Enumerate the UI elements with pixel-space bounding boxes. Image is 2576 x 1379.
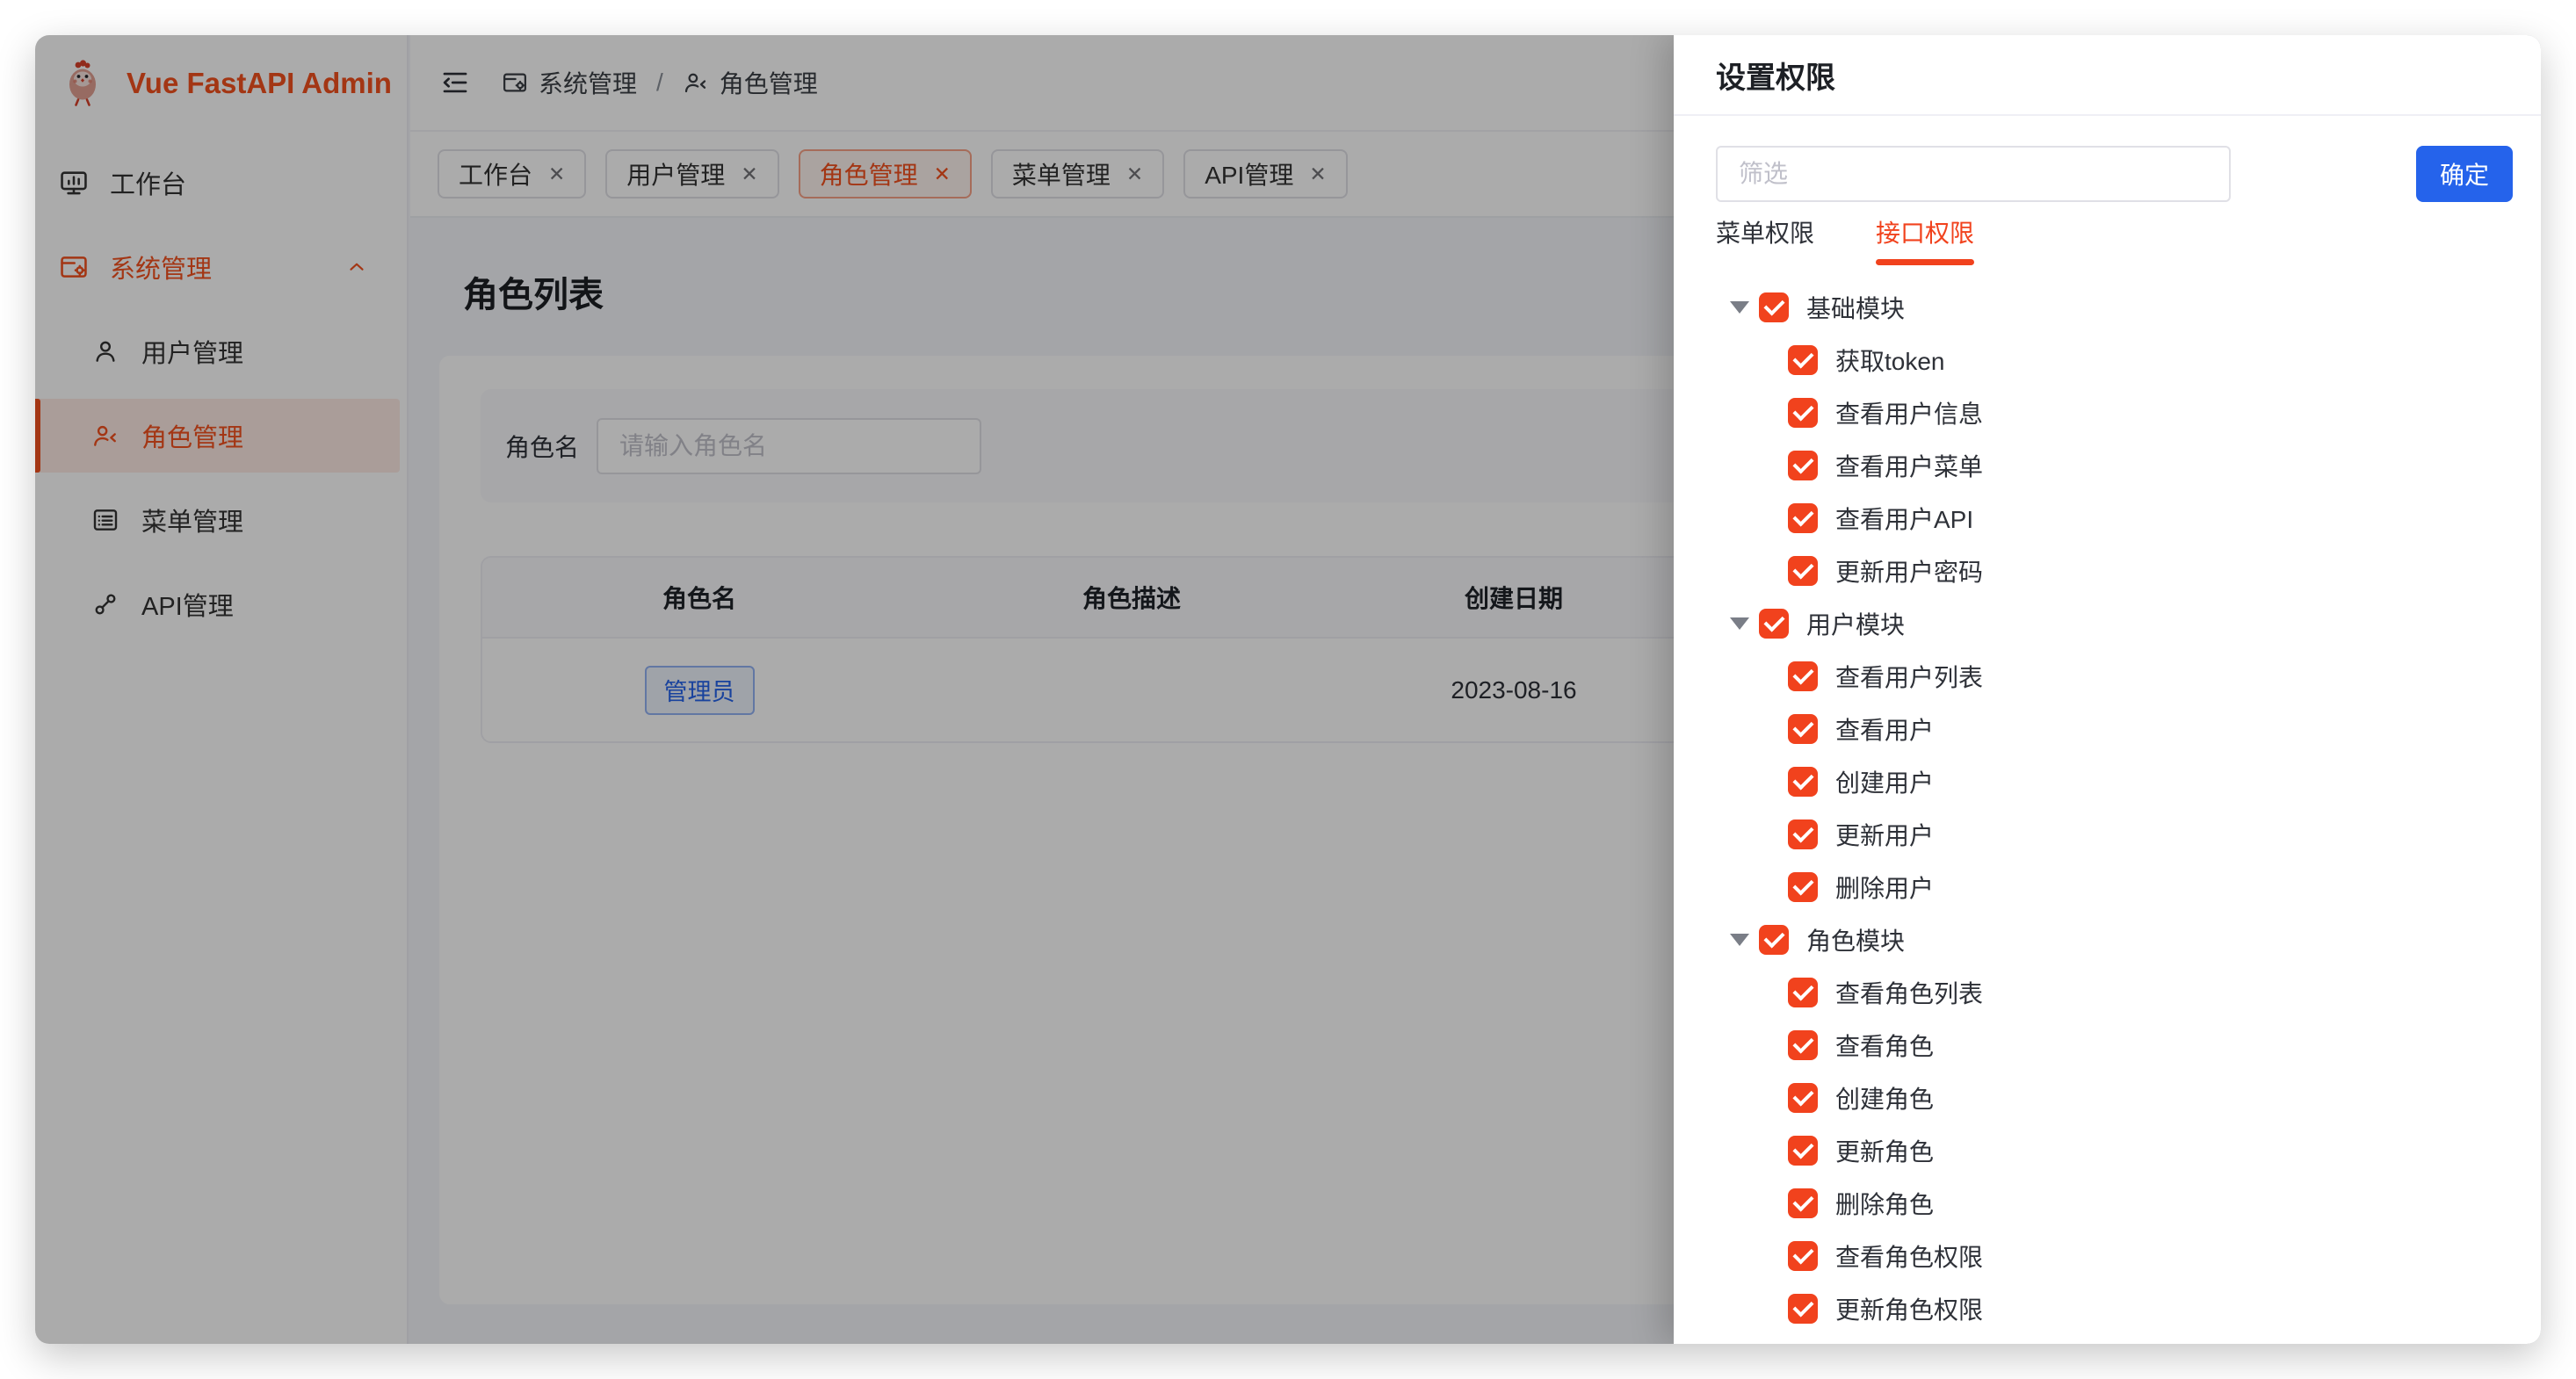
- checkbox-checked-icon[interactable]: [1759, 925, 1789, 955]
- tree-item-label[interactable]: 角色模块: [1806, 922, 1905, 957]
- tree-item[interactable]: 角色模块: [1716, 913, 2513, 966]
- tree-item[interactable]: 更新用户密码: [1716, 545, 2513, 597]
- checkbox-checked-icon[interactable]: [1788, 1083, 1818, 1113]
- tree-item[interactable]: 查看角色权限: [1716, 1230, 2513, 1282]
- checkbox-checked-icon[interactable]: [1759, 609, 1789, 639]
- tree-item[interactable]: 删除角色: [1716, 1177, 2513, 1230]
- app-window: Vue FastAPI Admin 工作台: [35, 35, 2541, 1344]
- tree-item-label[interactable]: 基础模块: [1806, 290, 1905, 325]
- tree-item-label[interactable]: 查看用户信息: [1835, 395, 1983, 430]
- checkbox-checked-icon[interactable]: [1788, 1241, 1818, 1271]
- checkbox-checked-icon[interactable]: [1788, 1188, 1818, 1218]
- checkbox-checked-icon[interactable]: [1788, 451, 1818, 480]
- tree-item-label[interactable]: 用户模块: [1806, 606, 1905, 641]
- tree-item-label[interactable]: 删除用户: [1835, 870, 1934, 905]
- checkbox-checked-icon[interactable]: [1788, 1136, 1818, 1166]
- expand-arrow-icon[interactable]: [1730, 301, 1749, 314]
- tree-item-label[interactable]: 查看用户: [1835, 711, 1934, 747]
- tree-item-label[interactable]: 更新用户密码: [1835, 553, 1983, 588]
- checkbox-checked-icon[interactable]: [1788, 978, 1818, 1007]
- tab-api-permissions[interactable]: 接口权限: [1876, 214, 1974, 265]
- tree-item[interactable]: 更新用户: [1716, 808, 2513, 861]
- checkbox-checked-icon[interactable]: [1788, 872, 1818, 902]
- tree-item[interactable]: 查看用户列表: [1716, 650, 2513, 703]
- checkbox-checked-icon[interactable]: [1788, 714, 1818, 744]
- filter-input[interactable]: [1716, 146, 2231, 202]
- tree-item-label[interactable]: 删除角色: [1835, 1186, 1934, 1221]
- tree-item[interactable]: 基础模块: [1716, 281, 2513, 334]
- tree-item-label[interactable]: 更新角色权限: [1835, 1291, 1983, 1326]
- permission-tabs: 菜单权限 接口权限: [1716, 214, 2513, 265]
- filter-row: 确定: [1716, 146, 2513, 202]
- tree-item[interactable]: 用户模块: [1716, 597, 2513, 650]
- tree-item[interactable]: 更新角色: [1716, 1124, 2513, 1177]
- tree-item[interactable]: 查看角色列表: [1716, 966, 2513, 1019]
- checkbox-checked-icon[interactable]: [1788, 767, 1818, 797]
- confirm-button[interactable]: 确定: [2416, 146, 2513, 202]
- tree-item[interactable]: 查看用户API: [1716, 492, 2513, 545]
- tree-item-label[interactable]: 创建用户: [1835, 764, 1934, 799]
- tree-item[interactable]: 创建角色: [1716, 1072, 2513, 1124]
- tree-item-label[interactable]: 查看用户菜单: [1835, 448, 1983, 483]
- tree-item-label[interactable]: 查看角色列表: [1835, 975, 1983, 1010]
- tree-item[interactable]: 查看角色: [1716, 1019, 2513, 1072]
- tree-item[interactable]: 查看用户信息: [1716, 386, 2513, 439]
- tree-item-label[interactable]: 更新用户: [1835, 817, 1934, 852]
- tree-item[interactable]: 删除用户: [1716, 861, 2513, 913]
- checkbox-checked-icon[interactable]: [1788, 661, 1818, 691]
- tree-item-label[interactable]: 更新角色: [1835, 1133, 1934, 1168]
- tree-item-label[interactable]: 查看用户API: [1835, 501, 1973, 536]
- tree-item-label[interactable]: 查看用户列表: [1835, 659, 1983, 694]
- checkbox-checked-icon[interactable]: [1788, 819, 1818, 849]
- drawer-title: 设置权限: [1674, 35, 2541, 116]
- tree-item-label[interactable]: 查看角色: [1835, 1028, 1934, 1063]
- drawer-body: 确定 菜单权限 接口权限 基础模块: [1674, 116, 2541, 1335]
- set-permissions-drawer: 设置权限 确定 菜单权限 接口权限 基础模块: [1674, 35, 2541, 1344]
- tree-item[interactable]: 更新角色权限: [1716, 1282, 2513, 1335]
- tree-item[interactable]: 获取token: [1716, 334, 2513, 386]
- tree-item-label[interactable]: 查看角色权限: [1835, 1238, 1983, 1274]
- tree-item[interactable]: 创建用户: [1716, 755, 2513, 808]
- checkbox-checked-icon[interactable]: [1759, 292, 1789, 322]
- tab-menu-permissions[interactable]: 菜单权限: [1716, 214, 1814, 265]
- checkbox-checked-icon[interactable]: [1788, 398, 1818, 428]
- tree-item[interactable]: 查看用户菜单: [1716, 439, 2513, 492]
- tree-item-label[interactable]: 创建角色: [1835, 1080, 1934, 1115]
- tree-item[interactable]: 查看用户: [1716, 703, 2513, 755]
- expand-arrow-icon[interactable]: [1730, 617, 1749, 630]
- tree-item-label[interactable]: 获取token: [1835, 343, 1945, 378]
- permission-tree: 基础模块 获取token 查看用户信息: [1716, 281, 2513, 1335]
- checkbox-checked-icon[interactable]: [1788, 1030, 1818, 1060]
- checkbox-checked-icon[interactable]: [1788, 345, 1818, 375]
- checkbox-checked-icon[interactable]: [1788, 503, 1818, 533]
- checkbox-checked-icon[interactable]: [1788, 1294, 1818, 1324]
- expand-arrow-icon[interactable]: [1730, 934, 1749, 946]
- checkbox-checked-icon[interactable]: [1788, 556, 1818, 586]
- screenshot-canvas: Vue FastAPI Admin 工作台: [0, 0, 2576, 1379]
